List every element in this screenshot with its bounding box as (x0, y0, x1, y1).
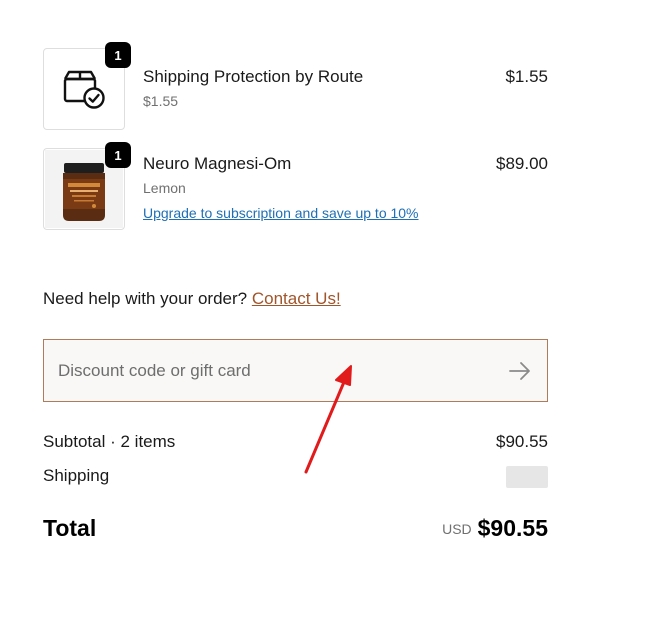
help-label: Need help with your order? (43, 289, 248, 308)
item-title: Shipping Protection by Route (143, 67, 364, 86)
item-variant: Lemon (143, 180, 186, 196)
discount-code-input[interactable] (58, 340, 478, 401)
subtotal-row: Subtotal · 2 items $90.55 (43, 432, 548, 454)
contact-us-link[interactable]: Contact Us! (252, 289, 341, 308)
quantity-badge: 1 (105, 42, 131, 68)
line-item-shipping-protection: 1 Shipping Protection by Route $1.55 $1.… (43, 42, 548, 130)
item-price: $1.55 (505, 67, 548, 86)
subtotal-label: Subtotal · 2 items (43, 432, 176, 451)
line-item-neuro-magnesi-om: 1 Neuro Magnesi-Om Lemon Upgrade to subs… (43, 142, 548, 230)
shipping-row: Shipping (43, 466, 548, 488)
item-price: $89.00 (496, 154, 548, 173)
subtotal-value: $90.55 (496, 432, 548, 451)
total-label: Total (43, 515, 97, 541)
discount-field[interactable] (43, 339, 548, 402)
item-title: Neuro Magnesi-Om (143, 154, 292, 173)
help-text: Need help with your order? Contact Us! (43, 289, 341, 309)
total-value: $90.55 (477, 515, 548, 541)
package-check-icon (63, 70, 105, 109)
quantity-badge: 1 (105, 142, 131, 168)
shipping-value-loading (506, 466, 548, 488)
currency-code: USD (442, 521, 472, 537)
apply-discount-button[interactable] (507, 358, 533, 384)
upgrade-subscription-link[interactable]: Upgrade to subscription and save up to 1… (143, 205, 419, 221)
item-subtitle: $1.55 (143, 93, 179, 109)
arrow-right-icon (509, 362, 530, 380)
total-amount-group: USD $90.55 (442, 515, 548, 542)
shipping-label: Shipping (43, 466, 110, 485)
